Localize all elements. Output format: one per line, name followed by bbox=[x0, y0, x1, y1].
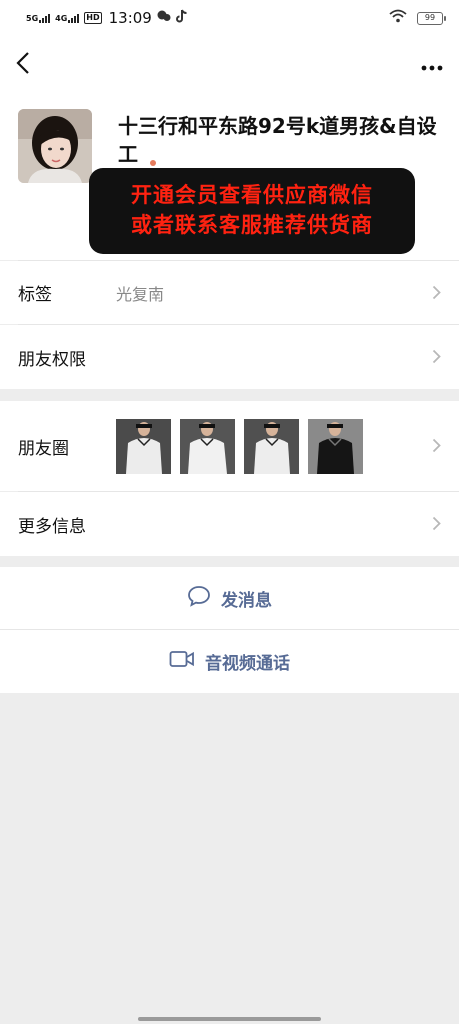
chevron-right-icon bbox=[432, 281, 441, 305]
video-call-label: 音视频通话 bbox=[205, 654, 290, 674]
status-bar: 5G 4G HD 13:09 99 bbox=[0, 0, 459, 36]
moments-thumbnail bbox=[308, 418, 363, 474]
wifi-icon bbox=[389, 9, 407, 27]
signal-5g-icon: 5G bbox=[26, 13, 51, 23]
moments-label: 朋友圈 bbox=[18, 438, 69, 459]
promo-banner[interactable]: 开通会员查看供应商微信 或者联系客服推荐供货商 bbox=[89, 168, 415, 254]
tags-label: 标签 bbox=[18, 285, 52, 305]
video-call-button[interactable]: 音视频通话 bbox=[0, 630, 459, 693]
avatar[interactable] bbox=[18, 109, 92, 183]
chevron-left-icon[interactable] bbox=[16, 51, 30, 80]
moments-thumbnail bbox=[116, 418, 171, 474]
female-person-icon bbox=[147, 150, 159, 171]
profile-card: 十三行和平东路92号k道男孩&自设工 开通会员查看供应商微信 或者联系客服推荐供… bbox=[0, 94, 459, 260]
permissions-label: 朋友权限 bbox=[18, 349, 86, 370]
tags-row[interactable]: 标签 光复南 bbox=[0, 261, 459, 324]
battery-icon: 99 bbox=[417, 11, 446, 25]
moments-thumbnails bbox=[116, 418, 363, 474]
status-time: 13:09 bbox=[108, 9, 152, 27]
moments-thumbnail bbox=[244, 418, 299, 474]
contact-name: 十三行和平东路92号k道男孩&自设工 bbox=[118, 112, 448, 171]
chevron-right-icon bbox=[432, 345, 441, 369]
moments-thumbnail bbox=[180, 418, 235, 474]
moments-row[interactable]: 朋友圈 bbox=[0, 401, 459, 491]
chevron-right-icon bbox=[432, 434, 441, 458]
banner-line-1: 开通会员查看供应商微信 bbox=[131, 183, 373, 207]
video-camera-icon bbox=[169, 650, 195, 673]
more-info-label: 更多信息 bbox=[18, 516, 86, 537]
permissions-row[interactable]: 朋友权限 bbox=[0, 325, 459, 389]
tiktok-notification-icon bbox=[175, 9, 188, 27]
nav-bar bbox=[0, 36, 459, 94]
hd-voice-icon: HD bbox=[84, 12, 102, 24]
banner-line-2: 或者联系客服推荐供货商 bbox=[131, 213, 373, 237]
more-dots-icon[interactable] bbox=[421, 54, 443, 76]
send-message-label: 发消息 bbox=[221, 590, 272, 611]
more-info-row[interactable]: 更多信息 bbox=[0, 492, 459, 556]
chat-app-notification-icon bbox=[157, 9, 171, 27]
tags-value: 光复南 bbox=[116, 284, 165, 304]
chevron-right-icon bbox=[432, 512, 441, 536]
send-message-button[interactable]: 发消息 bbox=[0, 567, 459, 629]
home-indicator[interactable] bbox=[138, 1017, 321, 1021]
signal-4g-icon: 4G bbox=[55, 13, 80, 23]
chat-bubble-icon bbox=[187, 585, 211, 612]
